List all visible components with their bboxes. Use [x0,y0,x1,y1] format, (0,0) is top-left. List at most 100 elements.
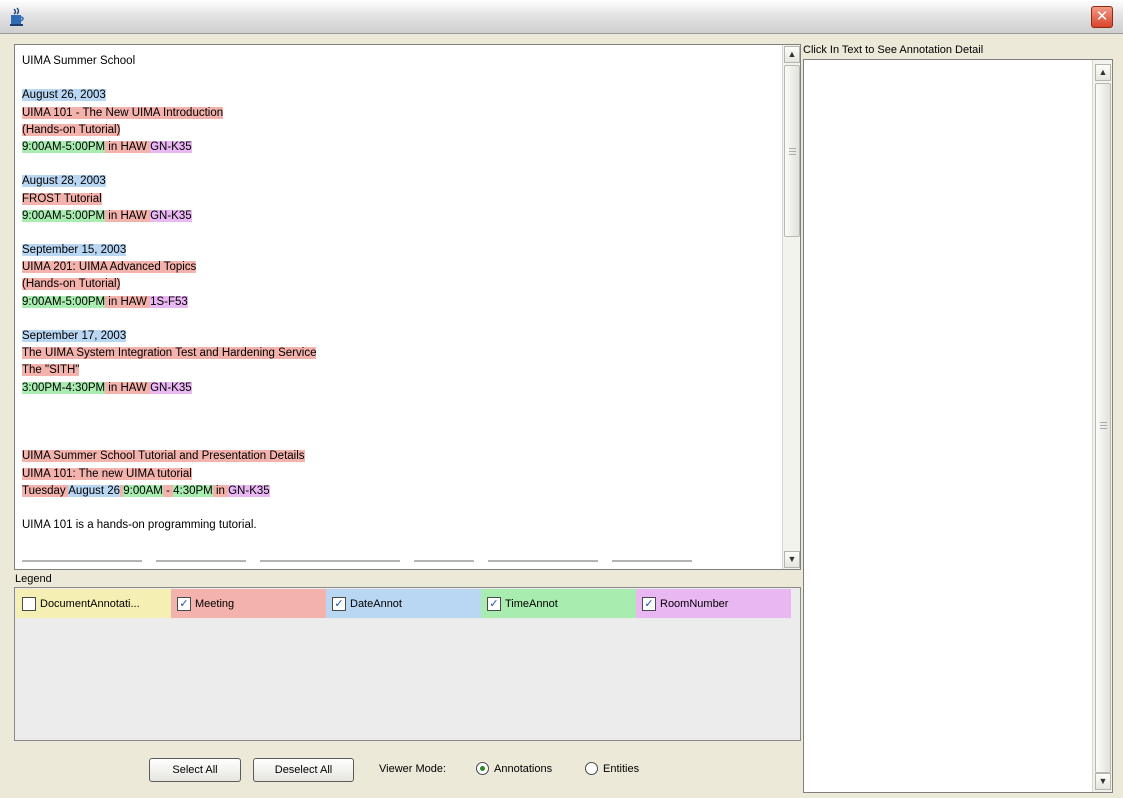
legend-item[interactable]: ✓ RoomNumber [636,589,791,618]
legend-item-label: TimeAnnot [505,597,558,610]
scroll-down-arrow-icon[interactable]: ▼ [784,551,800,568]
text-line: 9:00AM-5:00PM in HAW GN-K35 [22,139,777,156]
deselect-all-button[interactable]: Deselect All [253,758,354,782]
meeting-annotation[interactable]: in HAW [105,209,151,222]
mode-annotations-label: Annotations [494,762,553,775]
meeting-annotation[interactable]: (Hands-on Tutorial) [22,278,121,291]
scroll-thumb[interactable] [784,65,800,237]
annotation-viewer: UIMA Summer School August 26, 2003 UIMA 10… [6,38,1117,794]
scroll-thumb[interactable] [1095,83,1111,773]
document-text[interactable]: UIMA Summer School August 26, 2003 UIMA 10… [22,53,777,534]
java-cup-icon[interactable] [8,7,28,27]
legend-item[interactable]: ✓ DateAnnot [326,589,481,618]
meeting-annotation[interactable]: in [212,484,229,497]
select-all-button[interactable]: Select All [149,758,241,782]
meeting-annotation[interactable]: UIMA 201: UIMA Advanced Topics [22,261,197,274]
meeting-annotation[interactable]: The "SITH" [22,364,80,377]
plain-text: UIMA 101 is a hands-on programming tutor… [22,519,257,532]
time-annotation[interactable]: 3:00PM-4:30PM [22,381,106,394]
legend-item-label: RoomNumber [660,597,729,610]
legend-item[interactable]: DocumentAnnotati... [16,589,171,618]
checkbox-checked-icon[interactable]: ✓ [642,596,656,611]
legend-item-label: DocumentAnnotati... [40,597,140,610]
meeting-annotation[interactable]: in HAW [105,381,151,394]
legend-item-label: Meeting [195,597,235,610]
detail-vertical-scrollbar[interactable]: ▲ ▼ [1092,60,1112,792]
text-line: 9:00AM-5:00PM in HAW 1S-F53 [22,294,777,311]
room-annotation[interactable]: 1S-F53 [150,295,188,308]
scroll-up-arrow-icon[interactable]: ▲ [1095,64,1111,81]
text-line: FROST Tutorial [22,191,777,208]
text-line: The "SITH" [22,362,777,379]
room-annotation[interactable]: GN-K35 [228,484,270,497]
close-button[interactable]: ✕ [1091,6,1113,28]
meeting-annotation[interactable]: - [162,484,174,497]
mode-annotations-radio[interactable]: Annotations [476,762,552,775]
annotation-detail-pane[interactable]: ▲ ▼ [803,59,1113,793]
date-annotation[interactable]: September 15, 2003 [22,244,127,257]
radio-selected-icon[interactable] [476,762,489,775]
text-line: UIMA Summer School [22,53,777,70]
meeting-annotation[interactable]: (Hands-on Tutorial) [22,123,121,136]
checkbox-checked-icon[interactable]: ✓ [487,596,501,611]
time-annotation[interactable]: 9:00AM [123,484,163,497]
room-annotation[interactable]: GN-K35 [150,209,192,222]
meeting-annotation[interactable]: UIMA 101: The new UIMA tutorial [22,467,192,480]
meeting-annotation[interactable]: Tuesday [22,484,69,497]
checkbox-unchecked-icon[interactable] [22,596,36,611]
date-annotation[interactable]: September 17, 2003 [22,330,127,342]
legend-label: Legend [15,573,52,585]
legend-panel: DocumentAnnotati... ✓ Meeting ✓ DateAnnot ✓ Ti… [14,587,801,741]
mode-entities-label: Entities [603,762,640,775]
text-line: UIMA 101: The new UIMA tutorial [22,466,777,483]
time-annotation[interactable]: 9:00AM-5:00PM [22,295,106,308]
time-annotation[interactable]: 4:30PM [173,484,213,497]
text-line: August 28, 2003 [22,173,777,190]
meeting-annotation[interactable]: UIMA Summer School Tutorial and Presenta… [22,450,305,463]
annotation-detail-label: Click In Text to See Annotation Detail [803,44,984,56]
text-line: UIMA 201: UIMA Advanced Topics [22,259,777,276]
date-annotation[interactable]: August 28, 2003 [22,175,106,188]
scroll-down-arrow-icon[interactable]: ▼ [1095,773,1111,790]
meeting-annotation[interactable]: The UIMA System Integration Test and Har… [22,347,317,360]
text-line: The UIMA System Integration Test and Har… [22,345,777,362]
document-text-pane[interactable]: UIMA Summer School August 26, 2003 UIMA 10… [14,44,801,570]
time-annotation[interactable]: 9:00AM-5:00PM [22,140,106,153]
meeting-annotation[interactable]: in HAW [105,140,151,153]
legend-item[interactable]: ✓ Meeting [171,589,326,618]
room-annotation[interactable]: GN-K35 [150,140,192,153]
text-vertical-scrollbar[interactable]: ▲ ▼ [782,45,800,569]
meeting-annotation[interactable]: UIMA 101 - The New UIMA Introduction [22,106,224,119]
text-line: (Hands-on Tutorial) [22,276,777,293]
title-bar: ✕ [0,0,1123,34]
bottom-controls: Select All Deselect All Viewer Mode: Ann… [14,743,801,789]
text-line: UIMA Summer School Tutorial and Presenta… [22,448,777,465]
meeting-annotation[interactable]: in HAW [105,295,151,308]
text-line: (Hands-on Tutorial) [22,122,777,139]
radio-unselected-icon[interactable] [585,762,598,775]
viewer-mode-label: Viewer Mode: [379,763,447,775]
text-line: September 17, 2003 [22,328,777,345]
legend-item[interactable]: ✓ TimeAnnot [481,589,636,618]
text-line: UIMA 101 - The New UIMA Introduction [22,105,777,122]
checkbox-checked-icon[interactable]: ✓ [177,596,191,611]
room-annotation[interactable]: GN-K35 [150,381,192,394]
legend-item-label: DateAnnot [350,597,402,610]
date-annotation[interactable]: August 26, 2003 [22,89,106,102]
date-annotation[interactable]: August 26 [68,484,121,497]
partially-visible-line [22,560,762,566]
checkbox-checked-icon[interactable]: ✓ [332,596,346,611]
text-line: September 15, 2003 [22,242,777,259]
plain-text: UIMA Summer School [22,55,136,67]
time-annotation[interactable]: 9:00AM-5:00PM [22,209,106,222]
mode-entities-radio[interactable]: Entities [585,762,639,775]
meeting-annotation[interactable]: FROST Tutorial [22,192,102,205]
scroll-up-arrow-icon[interactable]: ▲ [784,46,800,63]
